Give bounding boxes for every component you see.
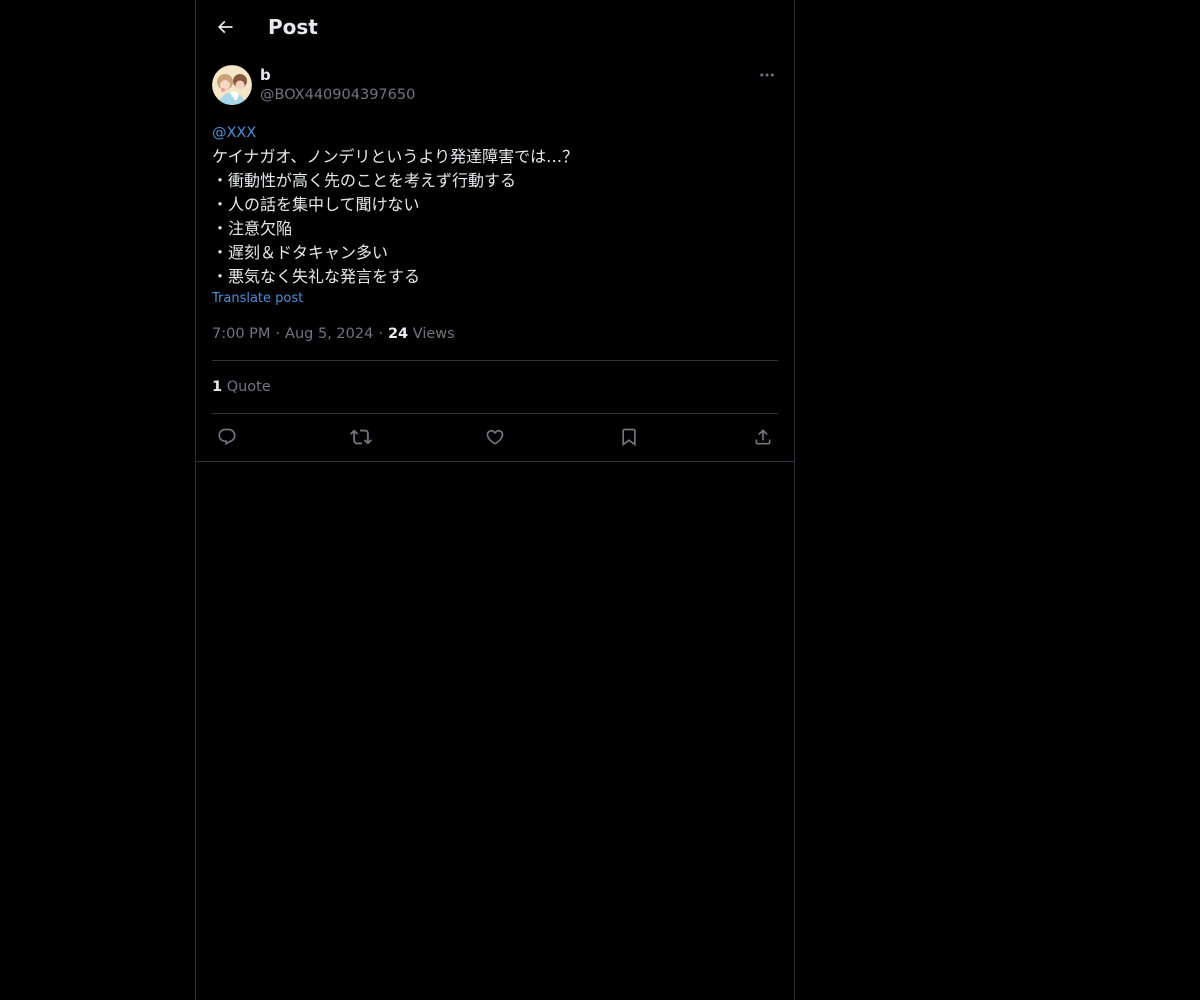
avatar[interactable] xyxy=(212,65,252,105)
header: Post xyxy=(196,0,794,53)
bookmark-button[interactable] xyxy=(617,425,641,449)
reply-button[interactable] xyxy=(215,425,239,449)
share-button[interactable] xyxy=(751,425,775,449)
quote-label: Quote xyxy=(226,379,271,395)
views-label: Views xyxy=(412,326,455,342)
more-icon xyxy=(760,73,774,77)
repost-icon xyxy=(350,429,372,445)
like-icon xyxy=(486,429,504,445)
separator-dot: · xyxy=(378,326,383,342)
post-bottom-border xyxy=(196,461,794,462)
post-line: ・注意欠陥 xyxy=(212,219,293,238)
quote-count: 1 xyxy=(212,379,223,395)
post-time[interactable]: 7:00 PM xyxy=(212,326,270,342)
share-icon xyxy=(755,429,771,445)
repost-button[interactable] xyxy=(349,425,373,449)
action-bar xyxy=(212,425,778,449)
divider xyxy=(212,413,778,414)
avatar-image xyxy=(212,65,252,105)
views-count: 24 xyxy=(387,326,409,342)
more-options-button[interactable] xyxy=(756,64,778,86)
post-line: ・人の話を集中して聞けない xyxy=(212,195,420,214)
post-line: ・悪気なく失礼な発言をする xyxy=(212,267,421,286)
mention-link[interactable]: @XXX xyxy=(212,121,778,145)
author-handle[interactable]: @BOX440904397650 xyxy=(260,85,415,105)
quotes-link[interactable]: 1 Quote xyxy=(212,377,271,397)
translate-post-link[interactable]: Translate post xyxy=(212,290,303,308)
page-title: Post xyxy=(268,15,318,39)
arrow-left-icon xyxy=(217,20,233,34)
author-display-name[interactable]: b xyxy=(260,65,271,85)
post-line: ・衝動性が高く先のことを考えず行動する xyxy=(212,171,517,190)
main-column: Post b @BOX440904397650 @XXX ケイナガオ、ノンデリと… xyxy=(195,0,795,1000)
post-line: ・遅刻＆ドタキャン多い xyxy=(212,243,389,262)
like-button[interactable] xyxy=(483,425,507,449)
post-line: ケイナガオ、ノンデリというより発達障害では…？ xyxy=(212,147,579,166)
post-text: @XXX ケイナガオ、ノンデリというより発達障害では…？ ・衝動性が高く先のこと… xyxy=(212,121,778,289)
divider xyxy=(212,360,778,361)
post-meta: 7:00 PM · Aug 5, 2024 · 24 Views xyxy=(212,324,455,344)
bookmark-icon xyxy=(622,428,636,447)
back-button[interactable] xyxy=(208,10,242,44)
post-date[interactable]: Aug 5, 2024 xyxy=(285,326,373,342)
reply-icon xyxy=(218,428,236,446)
separator-dot: · xyxy=(275,326,281,342)
